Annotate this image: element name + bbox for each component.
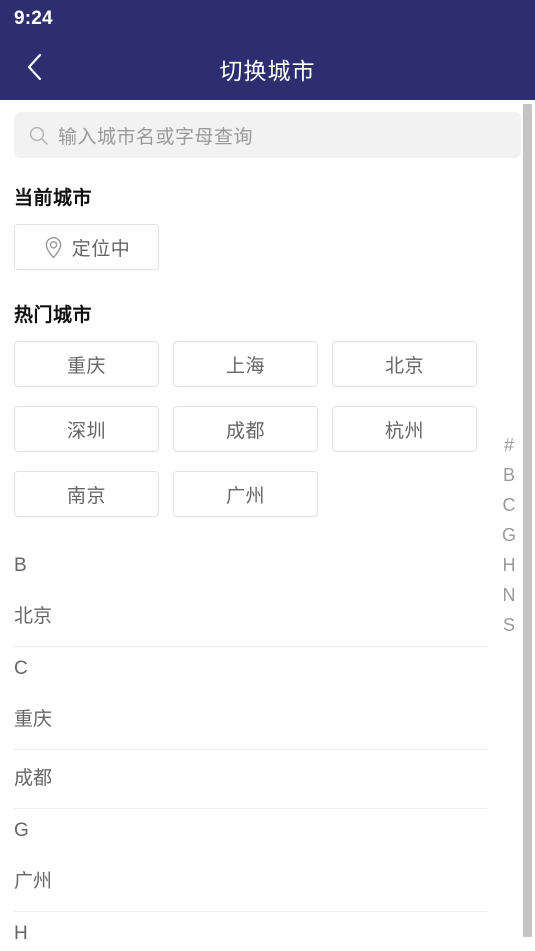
index-letter[interactable]: C (497, 490, 521, 520)
page-title: 切换城市 (219, 58, 316, 84)
index-letter[interactable]: N (497, 580, 521, 610)
status-bar: 9:24 (0, 0, 535, 38)
current-city-section: 定位中 (0, 210, 535, 270)
group-letter-header: C (14, 658, 28, 679)
locating-button[interactable]: 定位中 (14, 224, 159, 270)
hot-city-chip[interactable]: 深圳 (14, 406, 159, 452)
status-bar-clock: 9:24 (14, 8, 53, 29)
hot-city-chip[interactable]: 上海 (173, 341, 318, 387)
locating-button-label: 定位中 (71, 238, 131, 260)
city-list-item[interactable]: 北京 (0, 588, 535, 646)
map-pin-icon (43, 236, 64, 259)
index-letter[interactable]: B (497, 460, 521, 490)
city-list-item[interactable]: 成都 (0, 750, 535, 808)
hot-city-chip[interactable]: 成都 (173, 406, 318, 452)
scrollbar-thumb[interactable] (523, 104, 532, 937)
city-group: B 北京 (0, 544, 535, 646)
city-list-item[interactable]: 重庆 (0, 691, 535, 749)
navigation-bar: 切换城市 (0, 38, 535, 100)
search-placeholder-text: 输入城市名或字母查询 (58, 126, 254, 148)
hot-city-chip[interactable]: 北京 (332, 341, 477, 387)
hot-cities-grid: 重庆 上海 北京 深圳 成都 杭州 南京 广州 (0, 327, 535, 517)
search-input[interactable]: 输入城市名或字母查询 (14, 112, 521, 158)
chevron-left-icon (24, 51, 44, 88)
hot-city-chip[interactable]: 广州 (173, 471, 318, 517)
index-letter[interactable]: # (497, 430, 521, 460)
back-button[interactable] (8, 38, 60, 100)
index-letter[interactable]: S (497, 610, 521, 640)
search-icon (28, 125, 49, 146)
hot-city-chip[interactable]: 杭州 (332, 406, 477, 452)
group-letter-header: H (14, 923, 28, 944)
index-letter[interactable]: G (497, 520, 521, 550)
city-group: G 广州 (0, 809, 535, 911)
group-letter-header: B (14, 555, 27, 576)
group-letter-header: G (14, 820, 29, 841)
hot-city-chip[interactable]: 南京 (14, 471, 159, 517)
content-area: 输入城市名或字母查询 当前城市 定位中 热门城市 重庆 上海 北京 深圳 成都 … (0, 100, 535, 951)
city-list-item[interactable]: 广州 (0, 853, 535, 911)
current-city-heading: 当前城市 (14, 188, 93, 209)
hot-city-chip[interactable]: 重庆 (14, 341, 159, 387)
index-letter[interactable]: H (497, 550, 521, 580)
alphabet-index-strip[interactable]: # B C G H N S (497, 430, 521, 640)
hot-cities-heading: 热门城市 (14, 305, 93, 326)
city-group: C 重庆 (0, 647, 535, 749)
city-index-list: B 北京 C 重庆 成都 G 广州 H (0, 544, 535, 951)
city-group: H (0, 912, 535, 951)
search-section: 输入城市名或字母查询 (0, 100, 535, 158)
city-picker-screen: 9:24 切换城市 输入城市名或字母查询 当前城市 定位中 热门城市 重庆 上海… (0, 0, 535, 951)
